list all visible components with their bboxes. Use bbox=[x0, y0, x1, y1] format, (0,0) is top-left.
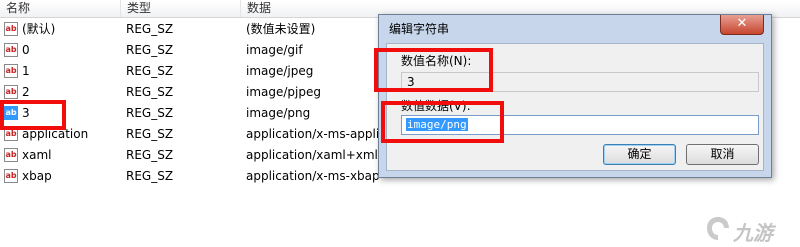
edit-string-dialog: 编辑字符串 ✕ 数值名称(N): 3 数值数据(V): image/png 确定… bbox=[378, 14, 772, 178]
row-type: REG_SZ bbox=[126, 85, 174, 99]
close-icon: ✕ bbox=[736, 16, 748, 31]
row-type: REG_SZ bbox=[126, 43, 174, 57]
row-type: REG_SZ bbox=[126, 22, 174, 36]
watermark: 九游 bbox=[705, 215, 795, 245]
close-button[interactable]: ✕ bbox=[720, 15, 764, 35]
row-name: 1 bbox=[22, 64, 30, 78]
string-value-icon: ab bbox=[4, 22, 18, 36]
row-type: REG_SZ bbox=[126, 106, 174, 120]
row-type: REG_SZ bbox=[126, 169, 174, 183]
string-value-icon: ab bbox=[4, 43, 18, 57]
row-data: image/jpeg bbox=[246, 64, 314, 78]
dialog-title: 编辑字符串 bbox=[389, 22, 450, 36]
column-header-name[interactable]: 名称 bbox=[0, 0, 121, 17]
row-data: application/xaml+xml bbox=[246, 148, 378, 162]
annotation-box-selected-row bbox=[0, 100, 66, 130]
column-header-type[interactable]: 类型 bbox=[121, 0, 241, 17]
row-name: xaml bbox=[22, 148, 52, 162]
row-type: REG_SZ bbox=[126, 64, 174, 78]
row-type: REG_SZ bbox=[126, 148, 174, 162]
watermark-text: 九游 bbox=[733, 221, 773, 245]
row-data: image/gif bbox=[246, 43, 303, 57]
string-value-icon: ab bbox=[4, 169, 18, 183]
watermark-logo-icon bbox=[707, 217, 729, 240]
row-name: (默认) bbox=[22, 22, 56, 36]
row-type: REG_SZ bbox=[126, 127, 174, 141]
row-data: image/png bbox=[246, 106, 311, 120]
annotation-box-value-data bbox=[381, 101, 504, 143]
annotation-box-value-name bbox=[374, 48, 493, 92]
row-data: application/x-ms-xbap bbox=[246, 169, 380, 183]
ok-button[interactable]: 确定 bbox=[603, 144, 676, 165]
string-value-icon: ab bbox=[4, 148, 18, 162]
string-value-icon: ab bbox=[4, 85, 18, 99]
row-data: image/pjpeg bbox=[246, 85, 321, 99]
cancel-button[interactable]: 取消 bbox=[686, 144, 759, 165]
string-value-icon: ab bbox=[4, 64, 18, 78]
row-data: application/x-ms-applic bbox=[246, 127, 386, 141]
row-name: xbap bbox=[22, 169, 52, 183]
row-name: 0 bbox=[22, 43, 30, 57]
row-data: (数值未设置) bbox=[246, 22, 316, 36]
